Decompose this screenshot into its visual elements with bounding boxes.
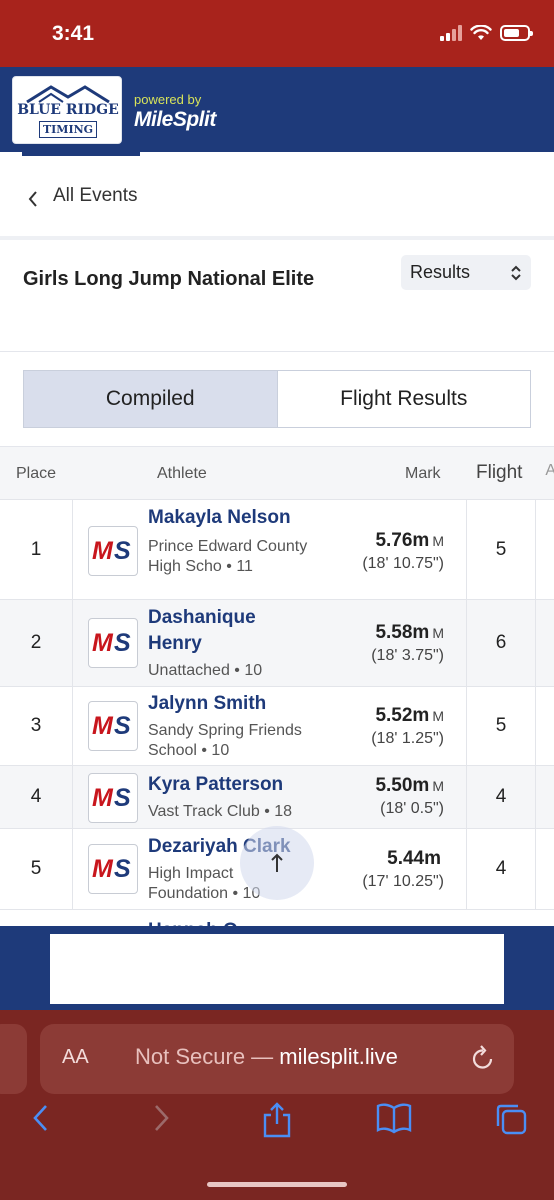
athlete-name[interactable]: Jalynn Smith bbox=[148, 691, 266, 717]
col-place[interactable]: Place bbox=[16, 465, 56, 483]
results-select-value: Results bbox=[410, 262, 471, 282]
reader-text-size-button[interactable]: AA bbox=[62, 1046, 89, 1069]
tab-compiled[interactable]: Compiled bbox=[24, 371, 278, 427]
table-header: Place Athlete Mark Flight A bbox=[0, 447, 554, 500]
athlete-name[interactable]: Makayla Nelson bbox=[148, 505, 291, 531]
chevron-up-down-icon bbox=[511, 265, 521, 281]
place-cell: 4 bbox=[0, 766, 73, 828]
athlete-team: Vast Track Club • 18 bbox=[148, 803, 293, 820]
athlete-team: Sandy Spring Friends School • 10 bbox=[148, 722, 302, 759]
previous-tab-peek[interactable] bbox=[0, 1024, 27, 1094]
flight-cell: 6 bbox=[466, 600, 536, 686]
event-title: Girls Long Jump National Elite bbox=[23, 268, 315, 290]
tabs-icon[interactable] bbox=[494, 1102, 528, 1136]
signal-icon bbox=[440, 25, 462, 41]
place-cell: 1 bbox=[0, 500, 73, 599]
flight-cell: 5 bbox=[466, 500, 536, 599]
status-bar: 3:41 bbox=[0, 0, 554, 67]
col-more[interactable]: A bbox=[545, 462, 554, 480]
mark-value: 5.52m M bbox=[375, 705, 444, 726]
back-icon[interactable] bbox=[30, 1102, 52, 1134]
athlete-team: Prince Edward County High Scho • 11 bbox=[148, 538, 308, 575]
table-row[interactable]: 2 MS Dashanique Henry Unattached • 10 5.… bbox=[0, 600, 554, 687]
logo-text-line2: TIMING bbox=[39, 121, 97, 138]
place-cell: 2 bbox=[0, 600, 73, 686]
url-text[interactable]: Not Secure — milesplit.live bbox=[135, 1044, 398, 1070]
milesplit-avatar-icon: MS bbox=[88, 844, 138, 894]
milesplit-avatar-icon: MS bbox=[88, 773, 138, 823]
col-mark[interactable]: Mark bbox=[405, 465, 441, 483]
mark-imperial: (18' 3.75") bbox=[371, 647, 444, 664]
back-nav[interactable]: All Events bbox=[0, 152, 554, 238]
milesplit-avatar-icon: MS bbox=[88, 618, 138, 668]
results-tabs: Compiled Flight Results bbox=[23, 370, 531, 428]
blue-ridge-timing-logo[interactable]: BLUE RIDGE TIMING bbox=[12, 76, 122, 144]
place-cell: 3 bbox=[0, 687, 73, 765]
status-icons bbox=[440, 25, 533, 41]
milesplit-brand[interactable]: MileSplit bbox=[134, 108, 216, 132]
site-header: BLUE RIDGE TIMING powered by MileSplit bbox=[0, 67, 554, 152]
scroll-to-top-button[interactable] bbox=[240, 826, 314, 900]
flight-cell: 5 bbox=[466, 687, 536, 765]
mark-value: 5.44m bbox=[387, 848, 441, 869]
tab-flight-results[interactable]: Flight Results bbox=[278, 371, 531, 427]
powered-by-label: powered by bbox=[134, 92, 202, 107]
forward-icon[interactable] bbox=[150, 1102, 172, 1134]
logo-text-line1: BLUE RIDGE bbox=[17, 102, 119, 118]
athlete-name[interactable]: Kyra Patterson bbox=[148, 772, 283, 798]
athlete-team: Unattached • 10 bbox=[148, 662, 263, 679]
status-time: 3:41 bbox=[52, 22, 95, 45]
divider bbox=[0, 236, 554, 240]
all-events-link[interactable]: All Events bbox=[53, 185, 137, 207]
milesplit-avatar-icon: MS bbox=[88, 526, 138, 576]
address-bar[interactable]: AA Not Secure — milesplit.live bbox=[40, 1024, 514, 1094]
bottom-toolbar bbox=[0, 1098, 554, 1148]
book-icon[interactable] bbox=[376, 1102, 412, 1134]
mark-imperial: (17' 10.25") bbox=[362, 873, 444, 890]
mark-value: 5.58m M bbox=[375, 622, 444, 643]
flight-cell: 4 bbox=[466, 829, 536, 909]
mark-imperial: (18' 1.25") bbox=[371, 730, 444, 747]
results-view-select[interactable]: Results bbox=[401, 255, 531, 290]
footer-ad-band bbox=[0, 926, 554, 1010]
col-flight[interactable]: Flight bbox=[476, 462, 522, 484]
mark-imperial: (18' 10.75") bbox=[362, 555, 444, 572]
table-row[interactable]: 3 MS Jalynn Smith Sandy Spring Friends S… bbox=[0, 687, 554, 766]
mark-imperial: (18' 0.5") bbox=[380, 800, 444, 817]
mark-value: 5.76m M bbox=[375, 530, 444, 551]
milesplit-avatar-icon: MS bbox=[88, 701, 138, 751]
browser-toolbar: AA Not Secure — milesplit.live bbox=[0, 1010, 554, 1200]
place-cell: 5 bbox=[0, 829, 73, 909]
battery-icon bbox=[500, 25, 533, 41]
home-indicator bbox=[207, 1182, 347, 1187]
reload-icon[interactable] bbox=[470, 1044, 496, 1072]
col-athlete[interactable]: Athlete bbox=[157, 465, 207, 483]
mountain-roof-icon bbox=[26, 85, 110, 103]
wifi-icon bbox=[470, 25, 492, 40]
chevron-left-icon[interactable] bbox=[27, 188, 39, 216]
divider bbox=[0, 351, 554, 352]
athlete-name[interactable]: Dashanique Henry bbox=[148, 605, 288, 657]
ad-slot[interactable] bbox=[50, 934, 504, 1004]
share-icon[interactable] bbox=[261, 1102, 293, 1138]
flight-cell: 4 bbox=[466, 766, 536, 828]
mark-value: 5.50m M bbox=[375, 775, 444, 796]
table-row[interactable]: 4 MS Kyra Patterson Vast Track Club • 18… bbox=[0, 766, 554, 829]
table-row[interactable]: 1 MS Makayla Nelson Prince Edward County… bbox=[0, 500, 554, 600]
arrow-up-icon bbox=[271, 853, 283, 872]
